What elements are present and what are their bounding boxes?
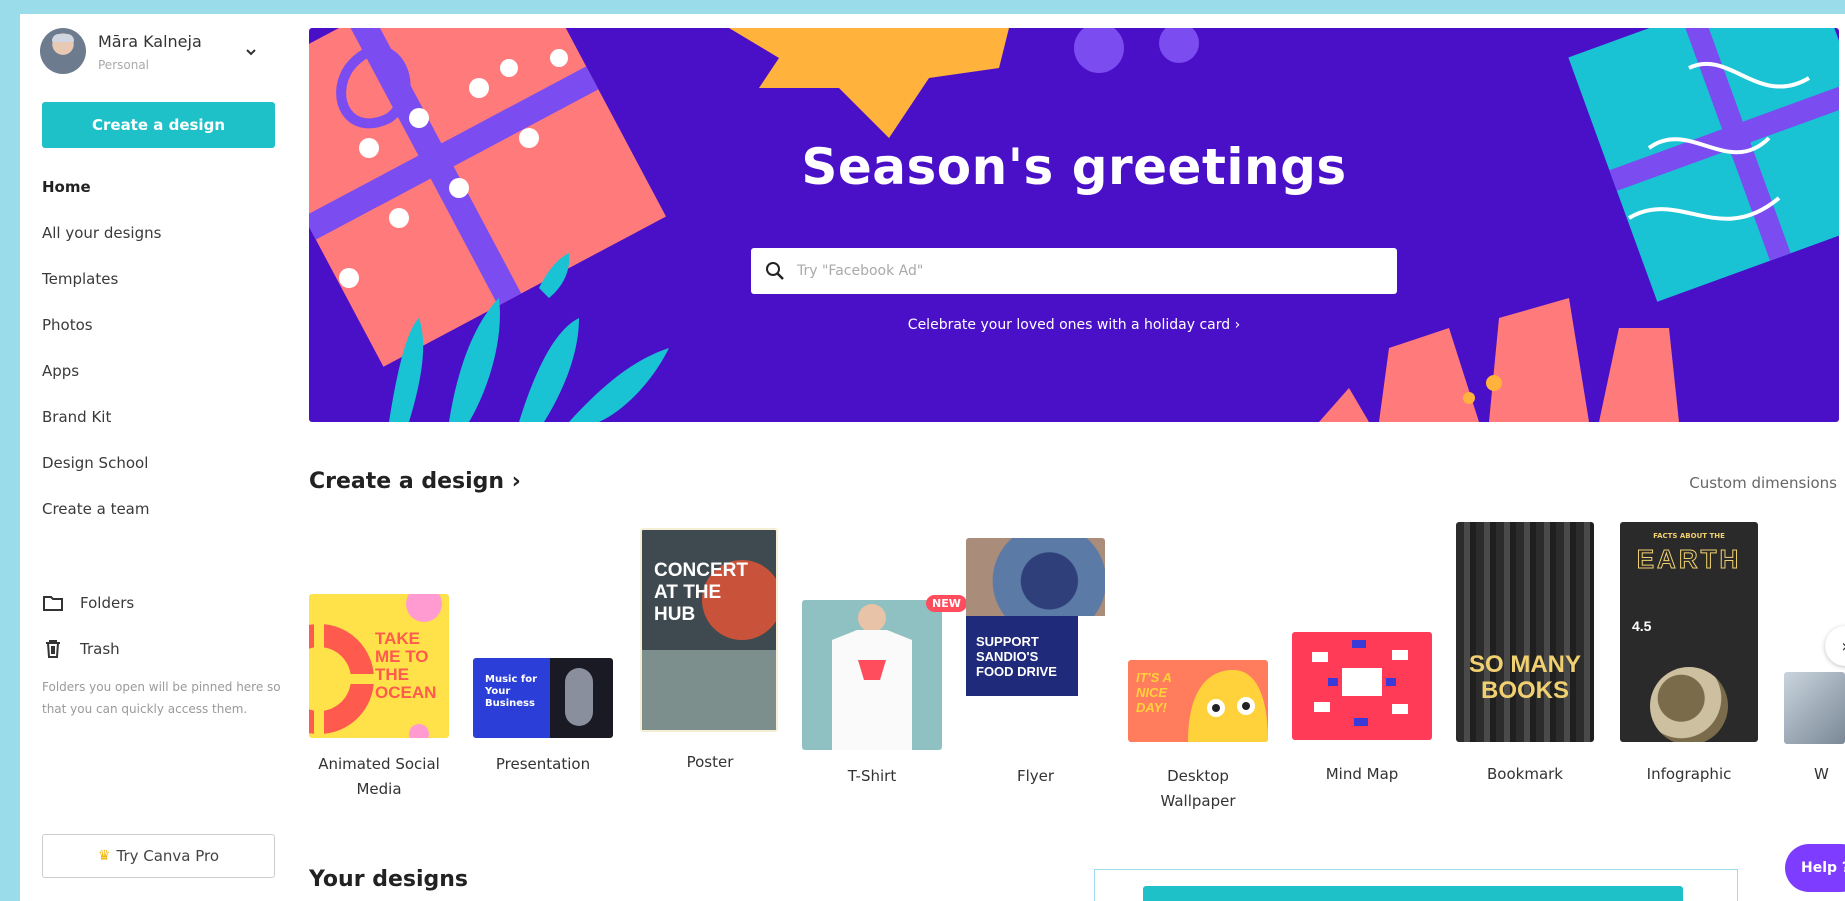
card-label: Presentation	[495, 755, 591, 773]
card-label: Animated Social Media	[318, 755, 440, 798]
bookmark-thumb-text: SO MANY BOOKS	[1468, 651, 1581, 704]
create-design-heading[interactable]: Create a design ›	[309, 469, 521, 494]
flyer-thumb-text: SUPPORT SANDIO'S FOOD DRIVE	[976, 634, 1057, 679]
card-label: Mind Map	[1325, 765, 1399, 783]
hero-banner: Season's greetings Celebrate your loved …	[309, 28, 1839, 422]
design-type-poster[interactable]: CONCERT AT THE HUB Poster	[640, 528, 780, 778]
sidebar-nav: Home All your designs Templates Photos A…	[42, 176, 272, 544]
animated-social-media-text: TAKE ME TO THE OCEAN	[375, 629, 437, 702]
user-name: Māra Kalneja	[98, 32, 202, 51]
card-label: Desktop Wallpaper	[1160, 767, 1236, 810]
new-badge: NEW	[926, 595, 967, 612]
card-label: Bookmark	[1487, 765, 1563, 783]
promo-card	[1094, 869, 1738, 901]
holiday-illustration	[309, 28, 1839, 422]
design-type-mind-map[interactable]: Mind Map	[1292, 632, 1437, 792]
card-label: Poster	[686, 753, 734, 771]
poster-thumbnail: CONCERT AT THE HUB	[640, 528, 778, 732]
folders-section: Folders Trash	[42, 580, 272, 672]
design-type-infographic[interactable]: FACTS ABOUT THE EARTH 4.5 Infographic	[1620, 522, 1765, 783]
design-type-animated-social-media[interactable]: TAKE ME TO THE OCEAN Animated Social Med…	[309, 594, 449, 814]
help-button[interactable]: Help ?	[1785, 844, 1845, 892]
crown-icon: ♛	[97, 848, 111, 864]
search-icon	[766, 262, 784, 280]
carousel-next-button[interactable]: ›	[1825, 626, 1845, 666]
holiday-card-link[interactable]: Celebrate your loved ones with a holiday…	[309, 317, 1839, 333]
try-pro-label: Try Canva Pro	[116, 847, 220, 865]
partial-thumbnail	[1784, 672, 1845, 744]
hero-title: Season's greetings	[801, 138, 1347, 196]
try-canva-pro-button[interactable]: ♛ Try Canva Pro	[42, 834, 275, 878]
sidebar-item-all-designs[interactable]: All your designs	[42, 222, 272, 268]
card-label: T-Shirt	[847, 767, 897, 785]
sidebar-item-design-school[interactable]: Design School	[42, 452, 272, 498]
your-designs-heading: Your designs	[309, 867, 469, 892]
promo-banner[interactable]	[1143, 886, 1683, 901]
sidebar-item-templates[interactable]: Templates	[42, 268, 272, 314]
sidebar-item-brand-kit[interactable]: Brand Kit	[42, 406, 272, 452]
sidebar-item-folders[interactable]: Folders	[42, 580, 272, 626]
design-type-flyer[interactable]: SUPPORT SANDIO'S FOOD DRIVE Flyer	[964, 538, 1109, 788]
infographic-thumb-stat: 4.5	[1632, 618, 1652, 634]
custom-dimensions-link[interactable]: Custom dimensions	[1689, 474, 1837, 492]
presentation-thumbnail: Music for Your Business	[473, 658, 613, 738]
chevron-right-icon: ›	[1841, 636, 1845, 657]
infographic-thumbnail: FACTS ABOUT THE EARTH 4.5	[1620, 522, 1758, 742]
trash-label: Trash	[80, 640, 120, 658]
search-input[interactable]	[795, 262, 1359, 280]
mind-map-thumbnail	[1292, 632, 1432, 740]
avatar	[40, 28, 86, 74]
trash-icon	[46, 640, 60, 658]
sidebar-item-create-team[interactable]: Create a team	[42, 498, 272, 544]
design-type-partial[interactable]: W	[1784, 672, 1845, 802]
sidebar-item-trash[interactable]: Trash	[42, 626, 272, 672]
user-plan: Personal	[98, 58, 150, 72]
desktop-wallpaper-thumb-text: IT'S A NICE DAY!	[1136, 670, 1172, 715]
canva-app: Māra Kalneja Personal Create a design Ho…	[20, 14, 1845, 901]
design-type-presentation[interactable]: Music for Your Business Presentation	[473, 658, 613, 798]
design-type-bookmark[interactable]: SO MANY BOOKS Bookmark	[1456, 522, 1601, 783]
presentation-thumb-text: Music for Your Business	[485, 674, 538, 709]
sidebar-item-home[interactable]: Home	[42, 176, 272, 222]
animated-social-media-thumbnail: TAKE ME TO THE OCEAN	[309, 594, 449, 738]
infographic-thumb-title: EARTH	[1636, 544, 1742, 575]
create-design-button[interactable]: Create a design	[42, 102, 275, 148]
sidebar-item-apps[interactable]: Apps	[42, 360, 272, 406]
hero-search-bar[interactable]	[751, 248, 1397, 294]
folders-label: Folders	[80, 594, 135, 612]
poster-thumb-text: CONCERT AT THE HUB	[654, 560, 748, 625]
design-type-desktop-wallpaper[interactable]: IT'S A NICE DAY! Desktop Wallpaper	[1128, 660, 1273, 820]
tshirt-thumbnail	[802, 600, 942, 750]
flyer-thumbnail: SUPPORT SANDIO'S FOOD DRIVE	[966, 538, 1105, 743]
infographic-thumb-top: FACTS ABOUT THE	[1653, 532, 1725, 540]
design-type-tshirt[interactable]: NEW T-Shirt	[800, 595, 967, 800]
user-menu[interactable]: Māra Kalneja Personal	[40, 26, 280, 86]
sidebar: Māra Kalneja Personal Create a design Ho…	[20, 14, 285, 901]
card-label: Infographic	[1646, 765, 1732, 783]
desktop-wallpaper-thumbnail: IT'S A NICE DAY!	[1128, 660, 1268, 742]
card-label: W	[1814, 765, 1829, 783]
bookmark-thumbnail: SO MANY BOOKS	[1456, 522, 1594, 742]
sidebar-item-photos[interactable]: Photos	[42, 314, 272, 360]
chevron-down-icon[interactable]	[244, 44, 258, 63]
folder-icon	[43, 596, 63, 611]
card-label: Flyer	[1016, 767, 1055, 785]
folder-note: Folders you open will be pinned here so …	[42, 680, 281, 716]
